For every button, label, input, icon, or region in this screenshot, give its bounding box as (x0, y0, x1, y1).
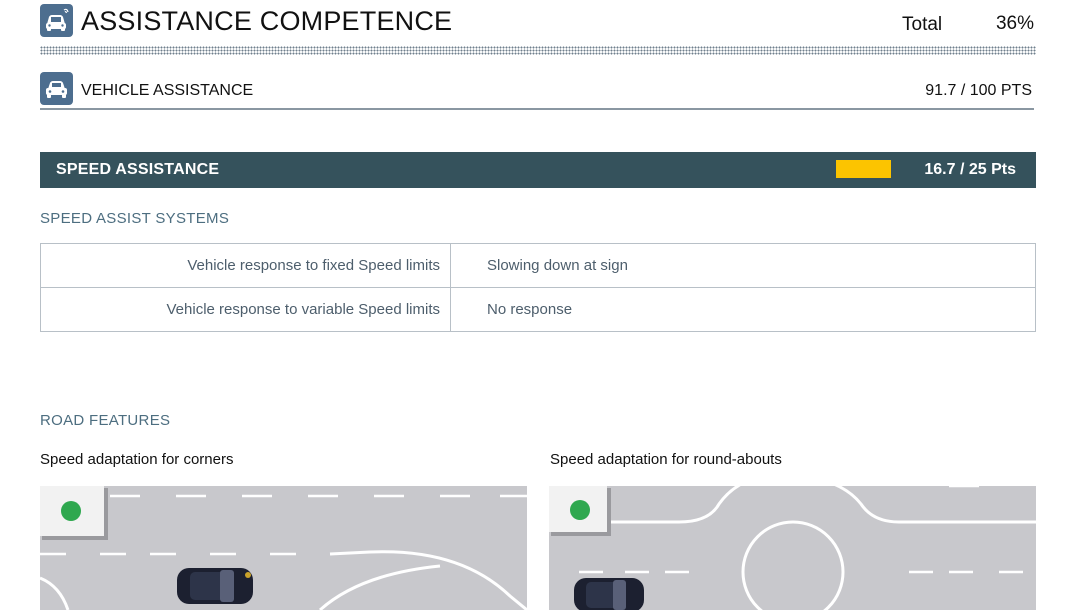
total-label: Total (902, 14, 943, 35)
speed-assist-table: Vehicle response to fixed Speed limits S… (40, 243, 1036, 332)
table-row: Vehicle response to variable Speed limit… (40, 287, 1036, 332)
table-cell-label: Vehicle response to variable Speed limit… (40, 287, 451, 332)
speed-assistance-label: SPEED ASSISTANCE (56, 161, 220, 178)
speed-assistance-bar: SPEED ASSISTANCE 16.7 / 25 Pts (40, 152, 1036, 188)
page-header: ASSISTANCE COMPETENCE Total 36% (40, 2, 1036, 46)
total-value: 36% (995, 13, 1034, 34)
header-divider (40, 46, 1036, 55)
car-assist-icon (40, 4, 73, 37)
page-title: ASSISTANCE COMPETENCE (81, 6, 453, 36)
vehicle-assistance-label: VEHICLE ASSISTANCE (81, 82, 254, 99)
vehicle-assistance-row: VEHICLE ASSISTANCE 91.7 / 100 PTS (40, 70, 1034, 110)
speed-assistance-score: 16.7 / 25 Pts (924, 161, 1016, 178)
speed-assist-systems-heading: SPEED ASSIST SYSTEMS (40, 210, 230, 227)
speed-assistance-gauge-fill (836, 160, 891, 178)
table-cell-value: No response (450, 287, 1036, 332)
speed-assistance-gauge (836, 160, 891, 178)
vehicle-assistance-score: 91.7 / 100 PTS (925, 82, 1032, 99)
table-cell-label: Vehicle response to fixed Speed limits (40, 243, 451, 288)
corners-caption: Speed adaptation for corners (40, 451, 234, 468)
road-features-heading: ROAD FEATURES (40, 412, 171, 429)
roundabouts-caption: Speed adaptation for round-abouts (550, 451, 782, 468)
car-icon (574, 578, 644, 610)
car-front-icon (40, 72, 73, 105)
roundabouts-road-image (549, 486, 1036, 610)
corners-road-image (40, 486, 527, 610)
table-row: Vehicle response to fixed Speed limits S… (40, 243, 1036, 288)
car-icon (177, 568, 253, 604)
assistance-page: ASSISTANCE COMPETENCE Total 36% VEHICLE … (0, 0, 1074, 610)
table-cell-value: Slowing down at sign (450, 243, 1036, 288)
